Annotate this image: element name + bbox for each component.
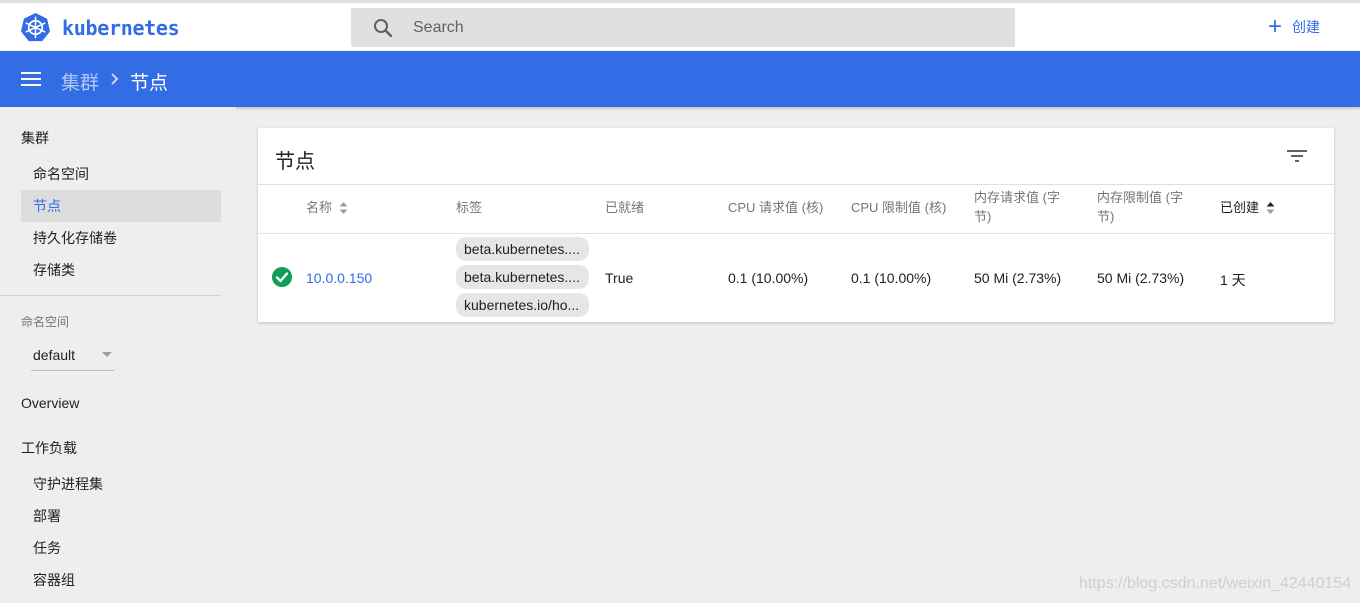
- menu-icon[interactable]: [21, 72, 41, 86]
- namespace-select[interactable]: default: [31, 342, 114, 371]
- node-created: 1 天: [1220, 272, 1246, 288]
- top-bar: kubernetes + 创建: [0, 0, 1360, 51]
- breadcrumb-parent[interactable]: 集群: [61, 68, 99, 95]
- app-name: kubernetes: [62, 15, 180, 40]
- sidebar-item-namespaces[interactable]: 命名空间: [21, 158, 221, 190]
- node-cpu-requests: 0.1 (10.00%): [728, 270, 809, 286]
- node-mem-requests: 50 Mi (2.73%): [974, 270, 1062, 286]
- sort-icon: [339, 201, 348, 214]
- sidebar-workloads-title[interactable]: 工作负载: [21, 438, 77, 458]
- column-header-mem-requests: 内存请求值 (字 节): [974, 188, 1060, 226]
- kubernetes-logo-icon: [20, 12, 51, 42]
- logo[interactable]: kubernetes: [20, 12, 180, 43]
- column-header-mem-limits: 内存限制值 (字 节): [1097, 188, 1183, 226]
- column-header-ready: 已就绪: [605, 200, 645, 215]
- card-title: 节点: [275, 151, 315, 173]
- sidebar-overview[interactable]: Overview: [21, 395, 79, 411]
- sort-icon: [1266, 201, 1275, 214]
- namespace-value: default: [33, 347, 76, 363]
- column-header-cpu-limits: CPU 限制值 (核): [851, 200, 947, 215]
- dropdown-arrow-icon: [102, 352, 112, 357]
- label-chip[interactable]: beta.kubernetes....: [456, 237, 589, 261]
- sidebar: 集群 命名空间 节点 持久化存储卷 存储类 命名空间 default Overv…: [0, 107, 236, 603]
- search-icon: [371, 16, 395, 40]
- page-header: 集群 节点: [0, 51, 1360, 107]
- column-header-name[interactable]: 名称: [306, 198, 348, 217]
- filter-icon[interactable]: [1286, 147, 1308, 165]
- nodes-card: 节点 名称 标签 已就绪 CPU 请求值 (核) CPU 限制值 (核) 内存请…: [258, 128, 1334, 322]
- column-header-mem-requests-line2: 节): [974, 209, 992, 224]
- namespace-label: 命名空间: [21, 315, 70, 329]
- node-mem-limits: 50 Mi (2.73%): [1097, 270, 1185, 286]
- plus-icon: +: [1268, 13, 1283, 40]
- create-button[interactable]: + 创建: [1268, 13, 1321, 40]
- card-divider: [258, 184, 1334, 185]
- sidebar-item-deployments[interactable]: 部署: [21, 500, 221, 532]
- check-circle-icon: [272, 267, 292, 287]
- column-header-labels: 标签: [456, 200, 483, 215]
- header-divider: [258, 233, 1334, 234]
- label-chip[interactable]: kubernetes.io/ho...: [456, 293, 589, 317]
- chevron-right-icon: [111, 73, 119, 85]
- column-header-name-label: 名称: [306, 200, 333, 215]
- sidebar-item-nodes[interactable]: 节点: [21, 190, 221, 222]
- column-header-created-label: 已创建: [1220, 200, 1260, 215]
- node-name-link[interactable]: 10.0.0.150: [306, 270, 372, 286]
- breadcrumb-current: 节点: [130, 73, 169, 94]
- column-header-mem-limits-line2: 节): [1097, 209, 1115, 224]
- column-header-created[interactable]: 已创建: [1220, 198, 1275, 217]
- sidebar-item-jobs[interactable]: 任务: [21, 532, 221, 564]
- search-bar[interactable]: [351, 8, 1015, 47]
- create-label: 创建: [1292, 19, 1321, 35]
- sidebar-divider: [0, 295, 221, 296]
- sidebar-item-pods[interactable]: 容器组: [21, 564, 221, 596]
- sidebar-item-daemonsets[interactable]: 守护进程集: [21, 468, 221, 500]
- node-ready: True: [605, 270, 634, 286]
- column-header-mem-requests-line1: 内存请求值 (字: [974, 190, 1060, 205]
- search-input[interactable]: [413, 18, 973, 37]
- sidebar-cluster-title[interactable]: 集群: [21, 128, 49, 148]
- sidebar-item-storage-classes[interactable]: 存储类: [21, 254, 221, 286]
- column-header-mem-limits-line1: 内存限制值 (字: [1097, 190, 1183, 205]
- watermark: https://blog.csdn.net/weixin_42440154: [1079, 575, 1352, 592]
- column-header-cpu-requests: CPU 请求值 (核): [728, 200, 824, 215]
- node-cpu-limits: 0.1 (10.00%): [851, 270, 932, 286]
- label-chip[interactable]: beta.kubernetes....: [456, 265, 589, 289]
- sidebar-item-persistent-volumes[interactable]: 持久化存储卷: [21, 222, 221, 254]
